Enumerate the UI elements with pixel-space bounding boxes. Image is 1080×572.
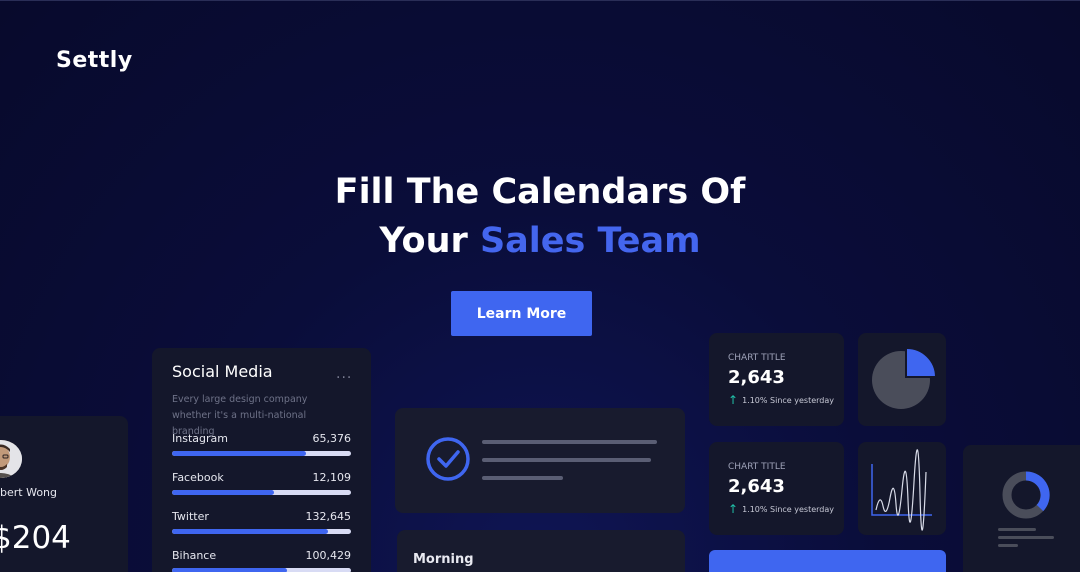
progress-bar-fill [172, 568, 287, 572]
stat-trend: ↑ 1.10% Since yesterday [728, 393, 834, 407]
arrow-up-icon: ↑ [728, 393, 739, 407]
progress-bar-fill [172, 490, 275, 495]
blue-action-card[interactable] [709, 550, 946, 572]
placeholder-line [482, 458, 651, 462]
donut-chart-icon [998, 471, 1054, 547]
morning-label: Morning [413, 552, 474, 567]
check-circle-icon [426, 437, 470, 481]
social-row-count: 12,109 [312, 471, 352, 484]
hero-line-2-accent: Sales Team [479, 221, 701, 261]
placeholder-line [482, 440, 657, 444]
social-row-name: Instagram [172, 432, 228, 445]
stat-card: CHART TITLE 2,643 ↑ 1.10% Since yesterday [709, 442, 844, 535]
learn-more-button[interactable]: Learn More [451, 291, 592, 336]
profile-card: bert Wong $204 [0, 416, 128, 572]
stat-value: 2,643 [728, 367, 785, 388]
top-border [0, 0, 1080, 1]
morning-card: Morning [397, 530, 685, 572]
hero-line-1: Fill The Calendars Of [334, 172, 746, 212]
social-row-count: 132,645 [305, 510, 352, 523]
hero-line-2: Your Sales Team [0, 217, 1080, 266]
profile-amount: $204 [0, 520, 71, 556]
profile-name: bert Wong [0, 486, 57, 499]
social-row-count: 100,429 [305, 549, 352, 562]
donut-chart-card [963, 445, 1080, 572]
stat-label: CHART TITLE [728, 462, 786, 472]
stat-trend: ↑ 1.10% Since yesterday [728, 502, 834, 516]
stat-card: CHART TITLE 2,643 ↑ 1.10% Since yesterday [709, 333, 844, 426]
social-row-name: Facebook [172, 471, 224, 484]
social-row-name: Twitter [172, 510, 209, 523]
progress-bar [172, 451, 351, 456]
hero-heading: Fill The Calendars Of Your Sales Team [0, 168, 1080, 266]
stat-trend-text: 1.10% Since yesterday [742, 396, 834, 405]
progress-bar [172, 568, 351, 572]
arrow-up-icon: ↑ [728, 502, 739, 516]
line-chart-icon [871, 449, 932, 531]
brand-logo[interactable]: Settly [56, 48, 133, 73]
pie-chart-icon [872, 346, 938, 409]
hero-line-2-plain: Your [379, 221, 480, 261]
progress-bar-fill [172, 451, 307, 456]
more-options-icon[interactable]: ... [336, 366, 352, 382]
avatar [0, 440, 22, 478]
progress-bar-fill [172, 529, 328, 534]
social-media-card: Social Media ... Every large design comp… [152, 348, 371, 572]
stat-trend-text: 1.10% Since yesterday [742, 505, 834, 514]
social-row-name: Bihance [172, 549, 217, 562]
pie-chart-card [858, 333, 946, 426]
placeholder-line [482, 476, 563, 480]
line-chart-card [858, 442, 946, 535]
progress-bar [172, 490, 351, 495]
progress-bar [172, 529, 351, 534]
stat-value: 2,643 [728, 476, 785, 497]
task-card [395, 408, 685, 513]
social-row-count: 65,376 [312, 432, 352, 445]
social-card-title: Social Media [172, 362, 273, 381]
stat-label: CHART TITLE [728, 353, 786, 363]
